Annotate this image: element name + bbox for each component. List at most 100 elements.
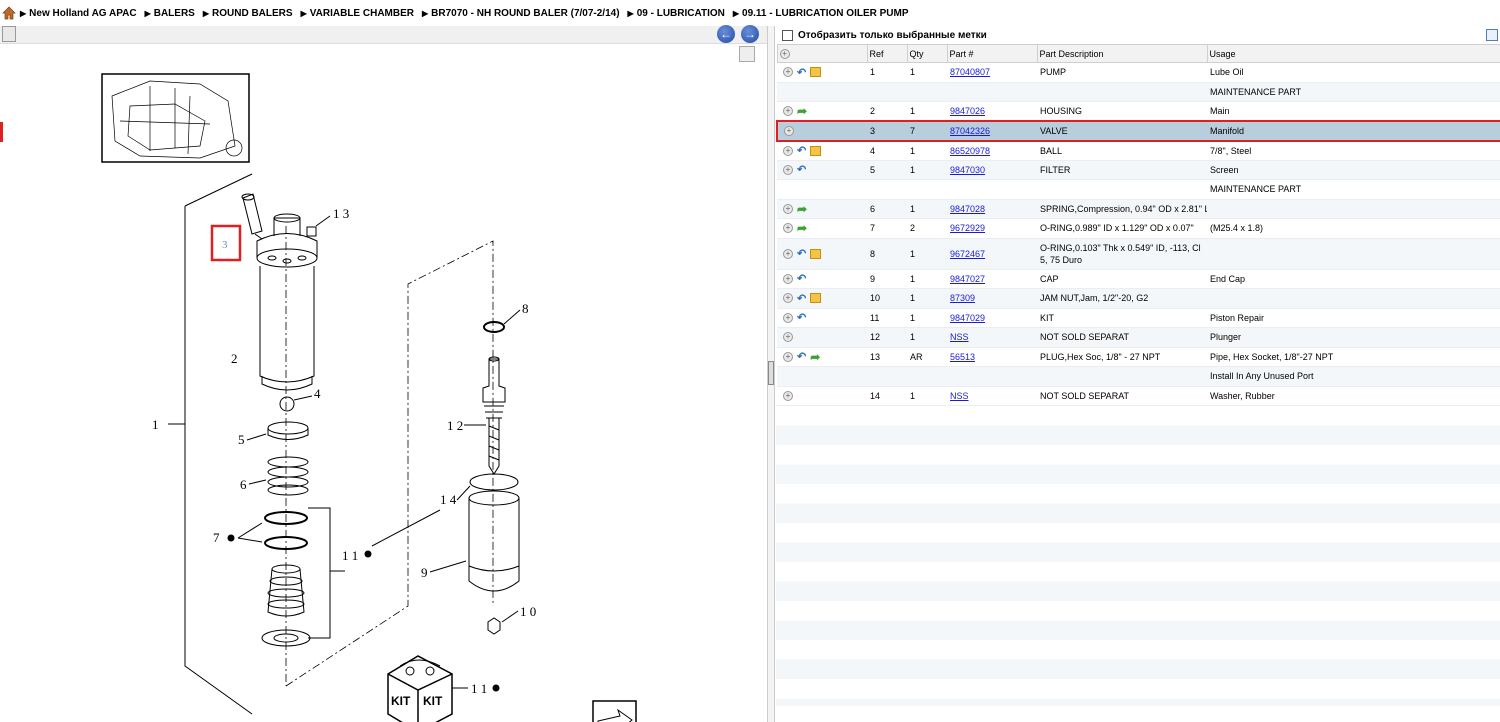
- list-view-icon[interactable]: [1486, 29, 1498, 41]
- callout-3[interactable]: 3: [222, 239, 228, 251]
- cell-part-text[interactable]: 87309: [950, 293, 975, 303]
- expand-row-icon[interactable]: +: [783, 67, 793, 78]
- table-row[interactable]: + ↶ 10 1 87309 JAM NUT,Jam, 1/2"-20, G2: [777, 288, 1500, 309]
- breadcrumb-item[interactable]: ▶ ROUND BALERS: [203, 8, 293, 19]
- callout-6[interactable]: 6: [240, 477, 247, 492]
- cell-part-text[interactable]: NSS: [950, 391, 969, 401]
- breadcrumb-item[interactable]: ▶ VARIABLE CHAMBER: [301, 8, 414, 19]
- pane-splitter[interactable]: [767, 26, 775, 722]
- kit-box-icon[interactable]: KIT KIT: [387, 655, 453, 722]
- cell-part-text[interactable]: 86520978: [950, 146, 990, 156]
- cell-part-text[interactable]: 9847029: [950, 313, 985, 323]
- cell-part-text[interactable]: NSS: [950, 332, 969, 342]
- callout-8[interactable]: 8: [522, 301, 529, 316]
- splitter-grip[interactable]: [768, 361, 774, 385]
- table-row[interactable]: + ➦ 2 1 9847026 HOUSING Main: [777, 101, 1500, 122]
- cell-part-text[interactable]: 9847026: [950, 106, 985, 116]
- replaces-icon[interactable]: ➦: [797, 104, 807, 118]
- box-icon[interactable]: [810, 248, 822, 259]
- expand-row-icon[interactable]: +: [783, 293, 793, 304]
- table-row[interactable]: + ↶ 11 1 9847029 KIT Piston Repair: [777, 308, 1500, 328]
- cell-part-text[interactable]: 9672467: [950, 249, 985, 259]
- cell-part-text[interactable]: 87040807: [950, 67, 990, 77]
- table-row[interactable]: + ↶ ➦ 13 AR 56513 PLUG,Hex Soc, 1/8" - 27 NPT P…: [777, 347, 1500, 367]
- callout-11-kit[interactable]: 1 1: [471, 681, 487, 696]
- callout-5[interactable]: 5: [238, 432, 245, 447]
- callout-4[interactable]: 4: [314, 386, 321, 401]
- expand-row-icon[interactable]: +: [783, 390, 793, 401]
- header-ref[interactable]: Ref: [866, 44, 908, 63]
- header-part[interactable]: Part #: [946, 44, 1038, 63]
- expand-row-icon[interactable]: +: [783, 106, 793, 116]
- box-icon[interactable]: [810, 293, 822, 304]
- table-row[interactable]: + ↶ 1 1 87040807 PUMP Lube Oil: [777, 62, 1500, 83]
- table-row[interactable]: +3 7 87042326 VALVE Manifold: [776, 120, 1500, 142]
- replaced-by-icon[interactable]: ↶: [797, 292, 806, 305]
- cell-part-text[interactable]: 9847030: [950, 165, 985, 175]
- header-desc[interactable]: Part Description: [1036, 44, 1208, 63]
- expand-row-icon[interactable]: +: [783, 223, 793, 234]
- expand-row-icon[interactable]: +: [783, 312, 793, 323]
- expand-row-icon[interactable]: +: [783, 248, 793, 259]
- callout-14[interactable]: 1 4: [440, 492, 457, 507]
- callout-13[interactable]: 1 3: [333, 206, 349, 221]
- callout-10[interactable]: 1 0: [520, 604, 536, 619]
- expand-row-icon[interactable]: +: [783, 273, 793, 284]
- expand-row-icon[interactable]: +: [783, 203, 793, 214]
- breadcrumb-item[interactable]: ▶ New Holland AG APAC: [20, 8, 137, 19]
- expand-all-icon[interactable]: +: [779, 49, 790, 59]
- breadcrumb-item[interactable]: ▶ BR7070 - NH ROUND BALER (7/07-2/14): [422, 8, 620, 19]
- replaces-icon[interactable]: ➦: [797, 202, 807, 216]
- home-icon[interactable]: [2, 6, 16, 20]
- table-row[interactable]: MAINTENANCE PART: [777, 179, 1500, 200]
- cell-part-text[interactable]: 87042326: [950, 126, 990, 136]
- cell-part-text[interactable]: 9672929: [950, 223, 985, 233]
- expand-row-icon[interactable]: +: [783, 145, 793, 156]
- table-row[interactable]: + ➦ 7 2 9672929 O-RING,0.989" ID x 1.129" OD …: [777, 218, 1500, 239]
- forward-nav-button[interactable]: →: [741, 25, 759, 43]
- replaced-by-icon[interactable]: ↶: [797, 248, 806, 260]
- callout-11[interactable]: 1 1: [342, 548, 358, 563]
- expand-row-icon[interactable]: +: [783, 332, 793, 343]
- breadcrumb-item[interactable]: ▶ BALERS: [145, 8, 195, 19]
- header-qty[interactable]: Qty: [906, 44, 948, 63]
- expand-row-icon[interactable]: +: [783, 164, 793, 175]
- callout-9[interactable]: 9: [421, 565, 428, 580]
- replaced-by-icon[interactable]: ↶: [797, 163, 806, 176]
- callout-7[interactable]: 7: [213, 530, 220, 545]
- replaces-icon[interactable]: ➦: [810, 350, 820, 364]
- table-row[interactable]: Install In Any Unused Port: [777, 366, 1500, 387]
- box-icon[interactable]: [810, 67, 822, 78]
- cell-part-text[interactable]: 9847028: [950, 204, 985, 214]
- table-row[interactable]: MAINTENANCE PART: [777, 82, 1500, 102]
- cell-part-text[interactable]: 56513: [950, 352, 975, 362]
- expand-row-icon[interactable]: +: [783, 351, 793, 362]
- replaced-by-icon[interactable]: ↶: [797, 350, 806, 363]
- header-usage[interactable]: Usage: [1206, 44, 1500, 63]
- table-row[interactable]: + ↶ 4 1 86520978 BALL 7/8", Steel: [777, 140, 1500, 161]
- replaced-by-icon[interactable]: ↶: [797, 311, 806, 324]
- replaced-by-icon[interactable]: ↶: [797, 144, 806, 157]
- expand-row-icon[interactable]: +: [784, 125, 794, 136]
- table-row[interactable]: + ➦ 6 1 9847028 SPRING,Compression, 0.94" OD …: [777, 199, 1500, 219]
- table-row[interactable]: + ↶ 5 1 9847030 FILTER Screen: [777, 160, 1500, 180]
- table-row[interactable]: + ↶ 9 1 9847027 CAP End Cap: [777, 269, 1500, 289]
- table-row[interactable]: +14 1 NSS NOT SOLD SEPARAT Washer, Rubber: [777, 386, 1500, 406]
- breadcrumb-item[interactable]: ▶ 09.11 - LUBRICATION OILER PUMP: [733, 8, 909, 19]
- callout-2[interactable]: 2: [231, 351, 238, 366]
- table-row[interactable]: + ↶ 8 1 9672467 O-RING,0.103" Thk x 0.549" ID…: [777, 238, 1500, 270]
- callout-12[interactable]: 1 2: [447, 418, 463, 433]
- callout-1[interactable]: 1: [152, 417, 159, 432]
- cell-desc-text: NOT SOLD SEPARAT: [1040, 332, 1130, 343]
- export-icon[interactable]: [2, 26, 16, 42]
- cell-part-text[interactable]: 9847027: [950, 274, 985, 284]
- show-selected-checkbox[interactable]: [782, 29, 793, 41]
- back-nav-button[interactable]: ←: [717, 25, 735, 43]
- cell-desc-text: BALL: [1040, 145, 1063, 156]
- replaced-by-icon[interactable]: ↶: [797, 272, 806, 285]
- box-icon[interactable]: [810, 145, 822, 156]
- table-row[interactable]: +12 1 NSS NOT SOLD SEPARAT Plunger: [777, 327, 1500, 348]
- breadcrumb-item[interactable]: ▶ 09 - LUBRICATION: [628, 8, 725, 19]
- replaces-icon[interactable]: ➦: [797, 221, 807, 235]
- replaced-by-icon[interactable]: ↶: [797, 66, 806, 79]
